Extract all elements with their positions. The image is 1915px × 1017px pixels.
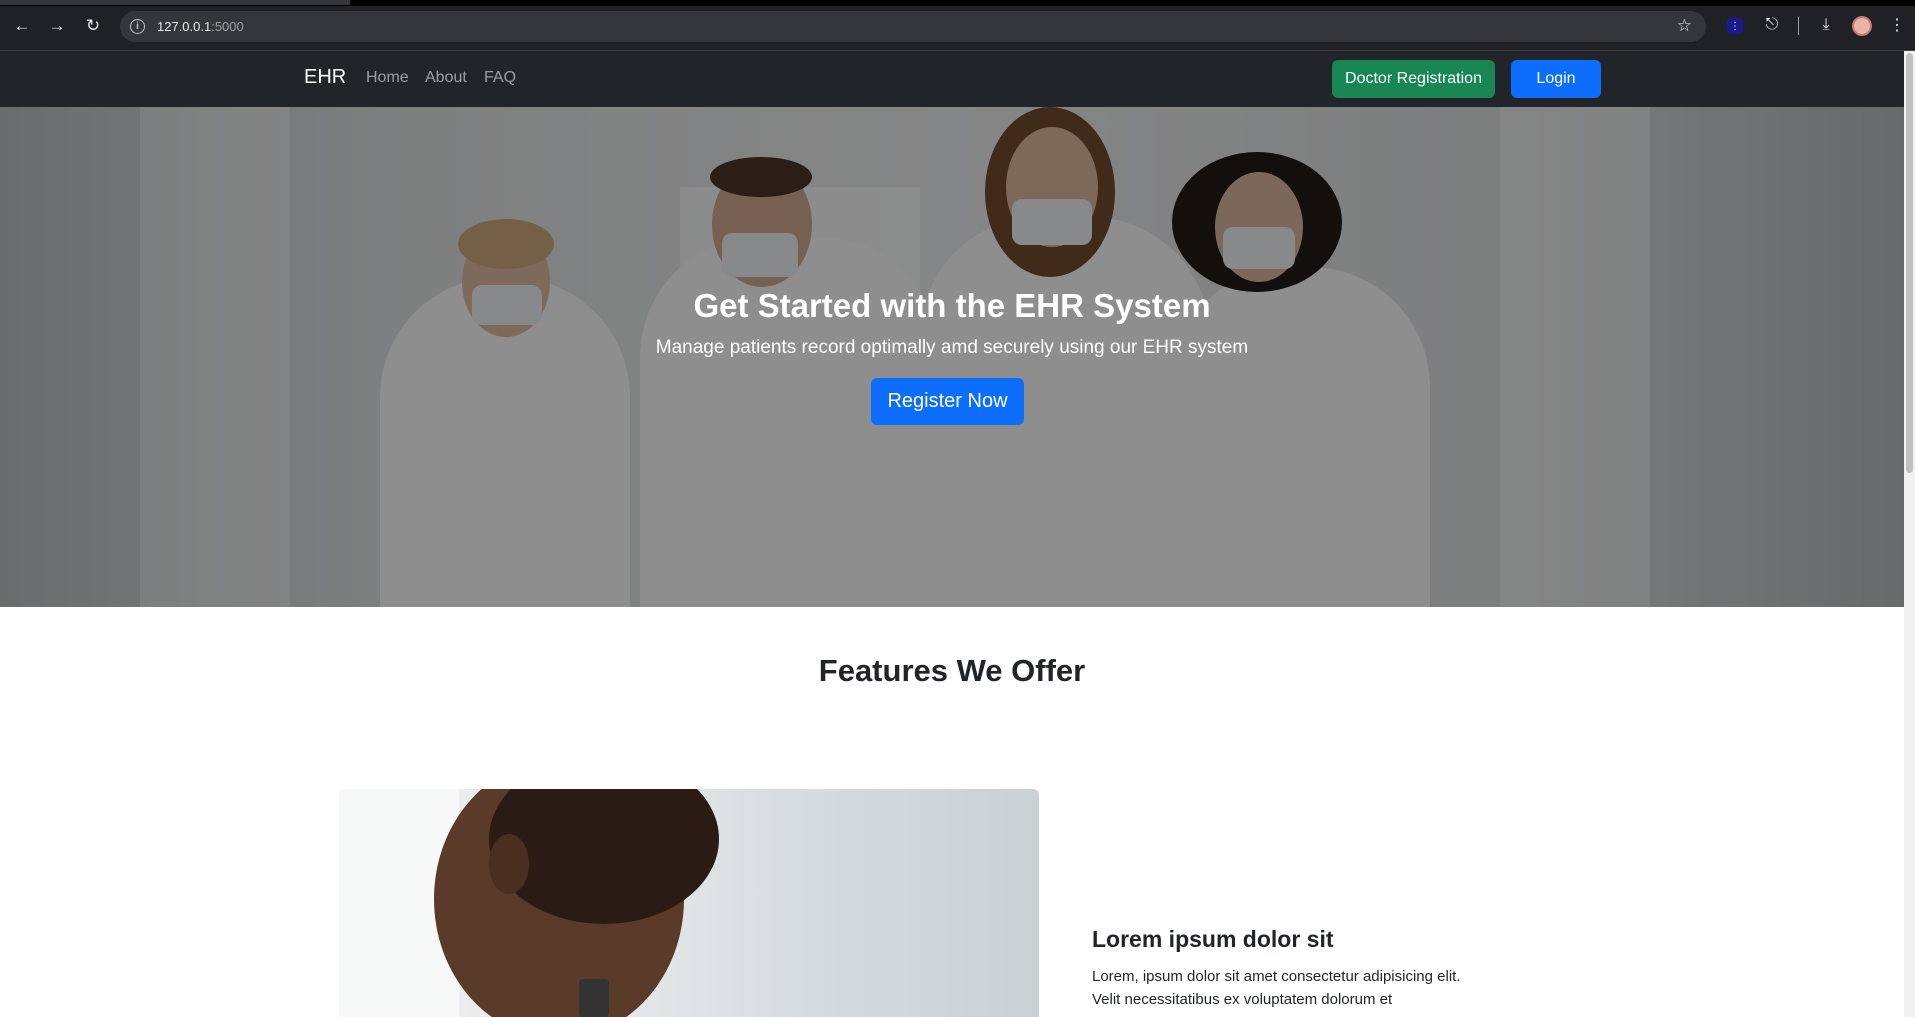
nav-link-about[interactable]: About (425, 69, 467, 87)
feature-text: Lorem, ipsum dolor sit amet consectetur … (1092, 968, 1461, 1008)
browser-toolbar: ← → ↻ i 127.0.0.1:5000 ☆ ⋮ ⎋ ⤓ ⋮ (0, 0, 1915, 51)
doctor-registration-button[interactable]: Doctor Registration (1332, 60, 1495, 98)
page-scrollbar[interactable] (1904, 51, 1915, 1017)
reload-icon[interactable]: ↻ (79, 12, 107, 40)
features-title: Features We Offer (818, 653, 1086, 688)
avatar[interactable] (1852, 16, 1872, 36)
hero-subtitle: Manage patients record optimally amd sec… (655, 337, 1249, 358)
active-tab[interactable] (0, 0, 350, 5)
url-text[interactable]: 127.0.0.1:5000 (157, 19, 244, 34)
toolbar-separator (1798, 17, 1799, 35)
nav-link-faq[interactable]: FAQ (484, 69, 516, 87)
forward-arrow-icon[interactable]: → (43, 12, 71, 40)
register-now-button[interactable]: Register Now (871, 378, 1024, 425)
feature-heading: Lorem ipsum dolor sit (1092, 926, 1334, 952)
extension-icon[interactable]: ⎋ (1761, 14, 1783, 36)
extension-badge-icon[interactable]: ⋮ (1727, 18, 1743, 34)
hero-section: Get Started with the EHR System Manage p… (0, 107, 1904, 607)
brand-logo[interactable]: EHR (304, 66, 346, 89)
site-navbar: EHR Home About FAQ Doctor Registration L… (0, 51, 1904, 107)
star-icon[interactable]: ☆ (1677, 16, 1692, 36)
login-button[interactable]: Login (1511, 60, 1601, 98)
scroll-thumb[interactable] (1906, 53, 1913, 473)
address-bar[interactable]: i 127.0.0.1:5000 ☆ (120, 11, 1706, 42)
feature-image (339, 789, 1039, 1017)
microscope-icon (579, 979, 609, 1017)
hero-title: Get Started with the EHR System (693, 287, 1211, 324)
download-icon[interactable]: ⤓ (1815, 14, 1837, 36)
back-arrow-icon[interactable]: ← (8, 12, 36, 40)
menu-dots-icon[interactable]: ⋮ (1886, 14, 1908, 36)
nav-link-home[interactable]: Home (366, 69, 409, 87)
info-icon[interactable]: i (130, 19, 145, 34)
